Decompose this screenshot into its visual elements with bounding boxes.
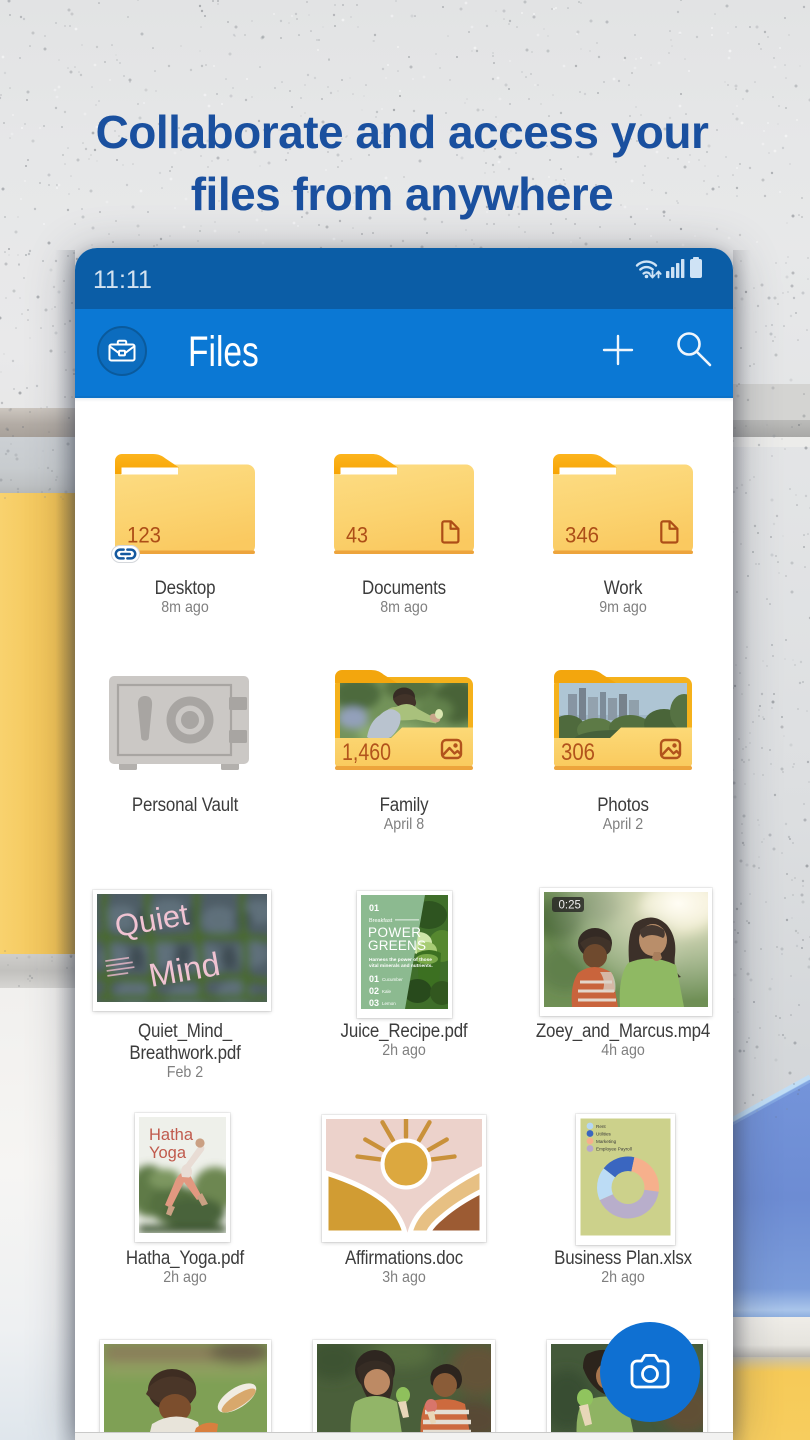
svg-text:Utilities: Utilities (596, 1131, 612, 1136)
svg-text:Breakfast: Breakfast (369, 918, 393, 924)
svg-text:Lemon: Lemon (382, 1001, 396, 1006)
svg-text:123: 123 (127, 523, 161, 548)
svg-text:Rent: Rent (596, 1124, 606, 1129)
svg-text:01: 01 (369, 974, 379, 984)
svg-text:Marketing: Marketing (596, 1139, 617, 1144)
svg-text:Harness the power of those: Harness the power of those (369, 957, 432, 963)
svg-text:03: 03 (369, 998, 379, 1008)
svg-text:346: 346 (565, 523, 599, 548)
svg-text:vital minerals and nutrients.: vital minerals and nutrients. (369, 963, 433, 969)
svg-text:GREENS: GREENS (368, 938, 426, 953)
svg-text:306: 306 (561, 739, 595, 766)
svg-text:0:25: 0:25 (559, 900, 581, 912)
svg-text:02: 02 (369, 986, 379, 996)
svg-text:Yoga: Yoga (149, 1144, 187, 1162)
svg-text:43: 43 (346, 523, 368, 548)
svg-text:Cucumber: Cucumber (382, 977, 403, 982)
svg-text:Hatha: Hatha (149, 1126, 194, 1144)
svg-text:Employee Payroll: Employee Payroll (596, 1146, 632, 1151)
svg-text:1,460: 1,460 (342, 739, 391, 766)
svg-text:01: 01 (369, 903, 379, 913)
svg-text:Kale: Kale (382, 989, 392, 994)
